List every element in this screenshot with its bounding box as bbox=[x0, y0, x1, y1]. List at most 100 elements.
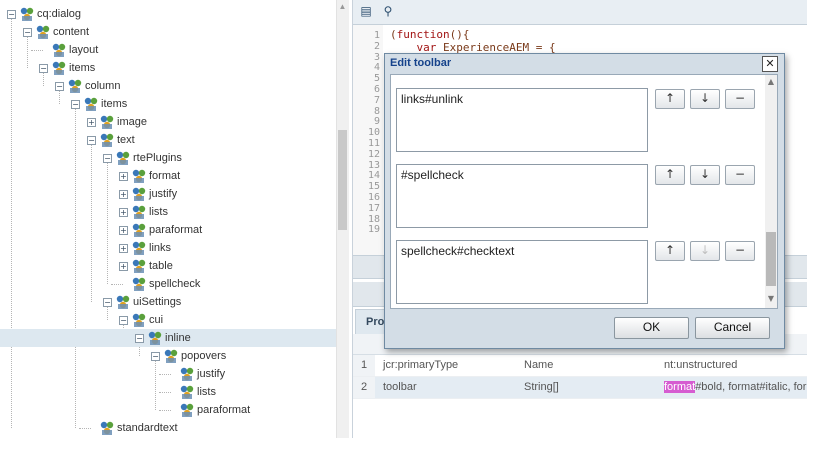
format-icon[interactable]: ▤ bbox=[359, 4, 373, 18]
tree-node[interactable]: standardtext bbox=[0, 419, 336, 437]
tree-node-label: lists bbox=[149, 206, 168, 218]
tree-node-label: spellcheck bbox=[149, 278, 201, 290]
editor-toolbar: ▤ ⚲ bbox=[353, 0, 807, 25]
remove-button[interactable]: − bbox=[725, 89, 755, 109]
ok-button[interactable]: OK bbox=[614, 317, 689, 339]
move-down-button[interactable]: ↓ bbox=[690, 165, 720, 185]
collapse-icon[interactable]: − bbox=[119, 316, 128, 325]
toolbar-item-field[interactable]: #spellcheck bbox=[396, 164, 648, 228]
node-folder-icon bbox=[67, 78, 83, 94]
node-folder-icon bbox=[83, 96, 99, 112]
line-number: 14 bbox=[367, 170, 380, 182]
tree-node[interactable]: − cui bbox=[0, 311, 336, 329]
tree-node-label: column bbox=[85, 80, 121, 92]
tree-node-label: rtePlugins bbox=[133, 152, 182, 164]
tree-node[interactable]: − items bbox=[0, 95, 336, 113]
code-keyword: function bbox=[396, 28, 450, 41]
toolbar-item-field[interactable]: spellcheck#checktext bbox=[396, 240, 648, 304]
tree-node[interactable]: − column bbox=[0, 77, 336, 95]
table-row[interactable]: 2 toolbar String[] format#bold, format#i… bbox=[353, 377, 807, 399]
tree-node-label: cui bbox=[149, 314, 164, 326]
collapse-icon[interactable]: − bbox=[71, 100, 80, 109]
tree-node-label: items bbox=[69, 62, 96, 74]
tree-connector bbox=[159, 392, 171, 393]
tree-node[interactable]: − uiSettings bbox=[0, 293, 336, 311]
code-editor[interactable]: (function(){ var ExperienceAEM = { bbox=[390, 28, 556, 54]
tree-node[interactable]: + justify bbox=[0, 185, 336, 203]
tree-node[interactable]: − rtePlugins bbox=[0, 149, 336, 167]
tree-node-label: items bbox=[101, 98, 128, 110]
search-highlight: format bbox=[664, 381, 696, 393]
line-number: 6 bbox=[373, 84, 380, 95]
property-name: toolbar bbox=[383, 381, 417, 393]
line-number: 13 bbox=[367, 159, 380, 171]
node-folder-icon bbox=[99, 132, 115, 148]
code-paren: ( bbox=[390, 28, 397, 41]
collapse-icon[interactable]: − bbox=[135, 334, 144, 343]
tree-node[interactable]: − items bbox=[0, 59, 336, 77]
expand-icon[interactable]: + bbox=[119, 244, 128, 253]
node-folder-icon bbox=[179, 384, 195, 400]
node-folder-icon bbox=[99, 420, 115, 436]
remove-button[interactable]: − bbox=[725, 241, 755, 261]
tree-node[interactable]: layout bbox=[0, 41, 336, 59]
scroll-up-arrow-icon[interactable]: ▲ bbox=[766, 77, 776, 86]
move-down-button[interactable]: ↓ bbox=[690, 89, 720, 109]
tree-node[interactable]: paraformat bbox=[0, 401, 336, 419]
collapse-icon[interactable]: − bbox=[39, 64, 48, 73]
tree-node[interactable]: lists bbox=[0, 383, 336, 401]
tree-node[interactable]: spellcheck bbox=[0, 275, 336, 293]
tree-node[interactable]: − inline bbox=[0, 329, 336, 347]
collapse-icon[interactable]: − bbox=[23, 28, 32, 37]
expand-icon[interactable]: + bbox=[87, 118, 96, 127]
close-icon[interactable]: ✕ bbox=[762, 56, 778, 72]
collapse-icon[interactable]: − bbox=[7, 10, 16, 19]
scroll-up-arrow-icon[interactable]: ▲ bbox=[336, 0, 349, 13]
tree-node[interactable]: justify bbox=[0, 365, 336, 383]
collapse-icon[interactable]: − bbox=[103, 154, 112, 163]
toolbar-item-field[interactable]: links#unlink bbox=[396, 88, 648, 152]
tree-scrollbar-thumb[interactable] bbox=[338, 130, 347, 230]
tree-connector bbox=[159, 374, 171, 375]
expand-icon[interactable]: + bbox=[119, 226, 128, 235]
tree-node[interactable]: − cq:dialog bbox=[0, 5, 336, 23]
cancel-button[interactable]: Cancel bbox=[695, 317, 770, 339]
table-row[interactable]: 1 jcr:primaryType Name nt:unstructured bbox=[353, 355, 807, 377]
expand-icon[interactable]: + bbox=[119, 172, 128, 181]
tree-node-label: inline bbox=[165, 332, 191, 344]
tree-node[interactable]: + lists bbox=[0, 203, 336, 221]
expand-icon[interactable]: + bbox=[119, 262, 128, 271]
node-folder-icon bbox=[131, 186, 147, 202]
tree-node[interactable]: − popovers bbox=[0, 347, 336, 365]
collapse-icon[interactable]: − bbox=[55, 82, 64, 91]
move-up-button[interactable]: ↑ bbox=[655, 241, 685, 261]
tree-node[interactable]: + table bbox=[0, 257, 336, 275]
collapse-icon[interactable]: − bbox=[151, 352, 160, 361]
tree-connector bbox=[79, 428, 91, 429]
collapse-icon[interactable]: − bbox=[87, 136, 96, 145]
dialog-scrollbar-thumb[interactable] bbox=[766, 232, 776, 286]
collapse-icon[interactable]: − bbox=[103, 298, 112, 307]
tree-node[interactable]: + links bbox=[0, 239, 336, 257]
tree-node[interactable]: + format bbox=[0, 167, 336, 185]
line-number: 9 bbox=[373, 116, 380, 128]
tree-node[interactable]: − content bbox=[0, 23, 336, 41]
node-folder-icon bbox=[51, 42, 67, 58]
line-number: 15 bbox=[367, 181, 380, 193]
move-up-button[interactable]: ↑ bbox=[655, 89, 685, 109]
remove-button[interactable]: − bbox=[725, 165, 755, 185]
scroll-down-arrow-icon[interactable]: ▼ bbox=[766, 294, 776, 303]
move-up-button[interactable]: ↑ bbox=[655, 165, 685, 185]
find-binoculars-icon[interactable]: ⚲ bbox=[381, 4, 395, 18]
tree-connector bbox=[31, 50, 43, 51]
tree-node[interactable]: + paraformat bbox=[0, 221, 336, 239]
tree-node[interactable]: − text bbox=[0, 131, 336, 149]
tree-node-label: links bbox=[149, 242, 172, 254]
line-number: 7 bbox=[373, 94, 380, 106]
node-folder-icon bbox=[131, 168, 147, 184]
expand-icon[interactable]: + bbox=[119, 208, 128, 217]
tree-node[interactable]: + image bbox=[0, 113, 336, 131]
expand-icon[interactable]: + bbox=[119, 190, 128, 199]
property-value: nt:unstructured bbox=[664, 359, 738, 371]
code-text: (){ bbox=[449, 28, 470, 41]
